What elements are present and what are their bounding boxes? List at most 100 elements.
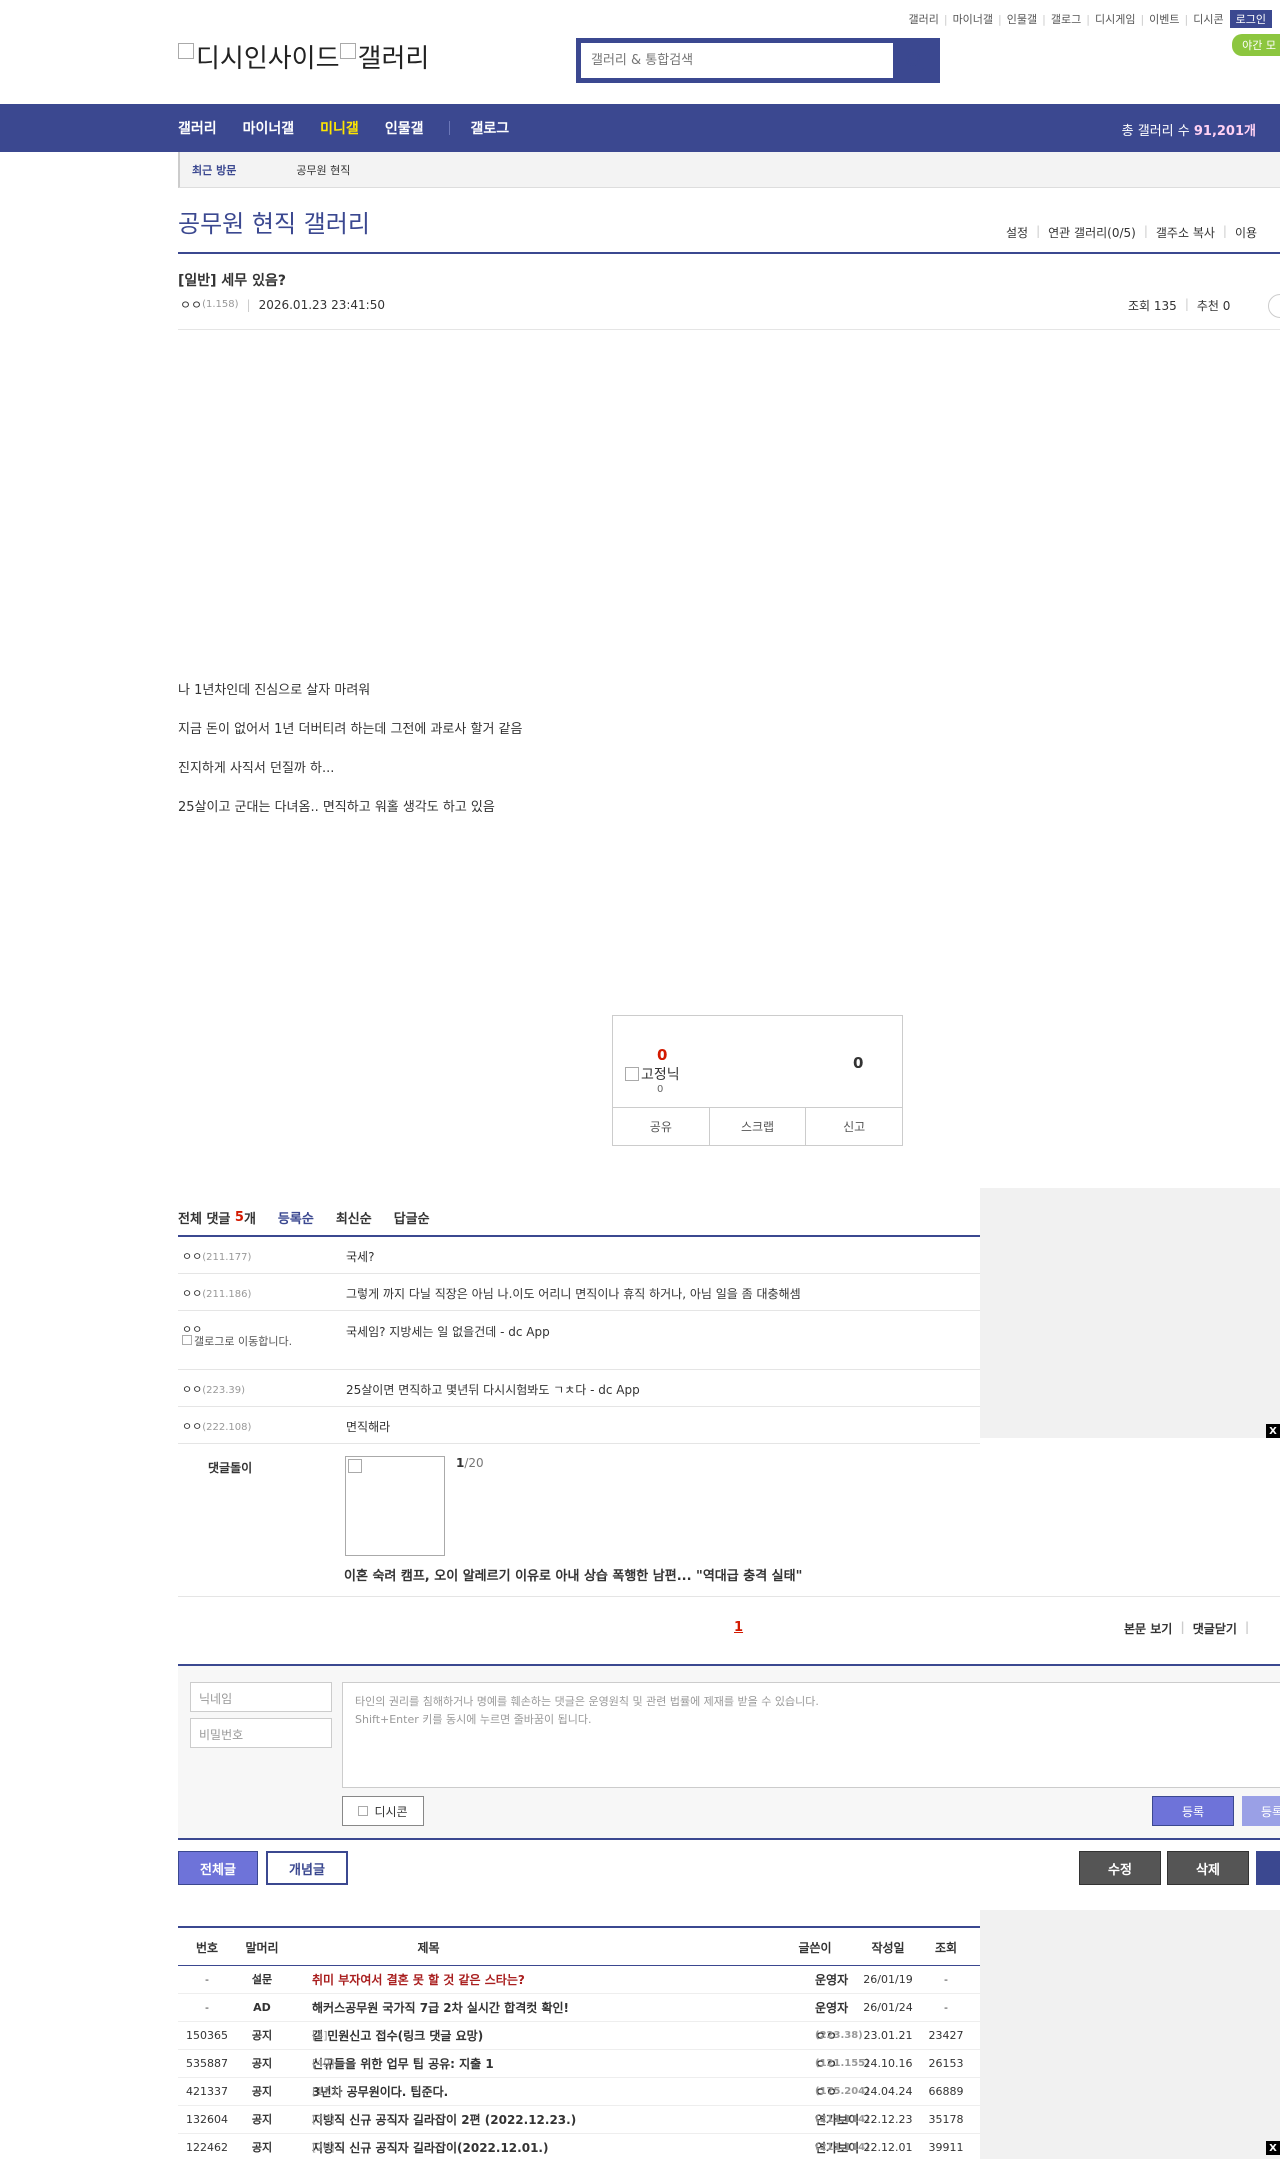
comment-dol-label: 댓글돌이 [208, 1461, 253, 1475]
util-link-minor[interactable]: 마이너갤 [953, 11, 993, 27]
post-list-row[interactable]: 535887 공지 신규들을 위한 업무 팁 공유: 지출 1 [49] ㅇㅇ (12… [178, 2050, 980, 2078]
header-views: 조회 [934, 1941, 958, 1955]
sort-reply[interactable]: 답글순 [394, 1208, 430, 1227]
post-body-line: 나 1년차인데 진심으로 살자 마려워 [178, 683, 371, 698]
fixed-nick-recommend: 고정닉 [625, 1064, 680, 1084]
ad-close-icon[interactable]: X [1266, 1424, 1280, 1438]
row-number: 421337 [186, 2085, 228, 2098]
sort-registered[interactable]: 등록순 [278, 1208, 314, 1227]
writer-nick[interactable]: ㅇㅇ [180, 296, 202, 313]
post-title: [일반] 세무 있음? [178, 273, 286, 289]
main-nav: 갤러리 마이너갤 미니갤 인물갤 갤로그 총 갤러리 수 91,201개 [0, 104, 1280, 152]
row-date: 23.01.21 [863, 2029, 913, 2042]
post-stats: 조회 135 | 추천 0 [1128, 297, 1231, 313]
recent-item[interactable]: 공무원 현직 [296, 162, 350, 178]
comment-nick[interactable]: ㅇㅇ(222.108) [182, 1418, 251, 1434]
row-reply-count: [173] [312, 2085, 342, 2098]
comment-actions: 본문 보기 | 댓글닫기 | [1124, 1620, 1250, 1637]
post-date: 2026.01.23 23:41:50 [258, 297, 385, 312]
comment-nick[interactable]: ㅇㅇ(211.186) [182, 1285, 251, 1301]
submit-comment-button[interactable]: 등록 [1152, 1796, 1234, 1826]
comment-nick[interactable]: ㅇㅇ(211.177) [182, 1248, 251, 1264]
share-button[interactable]: 공유 [613, 1108, 710, 1145]
option-usage[interactable]: 이용 [1235, 224, 1257, 241]
recommend-box: 0 고정닉 0 0 공유 스크랩 신고 [612, 1015, 903, 1146]
nickname-input[interactable]: 닉네임 [190, 1682, 332, 1712]
nav-person[interactable]: 인물갤 [385, 118, 424, 138]
recent-label[interactable]: 최근 방문 [192, 162, 236, 178]
view-body-button[interactable]: 본문 보기 [1124, 1620, 1172, 1637]
divider [178, 252, 1280, 254]
row-views: - [944, 1973, 948, 1986]
comment-textarea[interactable]: 타인의 권리를 침해하거나 명예를 훼손하는 댓글은 운영원칙 및 관련 법률에… [342, 1682, 1280, 1788]
option-settings[interactable]: 설정 [1006, 224, 1028, 241]
comment-nick[interactable]: ㅇㅇ(223.39) [182, 1381, 245, 1397]
row-date: 26/01/24 [863, 2001, 913, 2014]
util-link-event[interactable]: 이벤트 [1149, 11, 1179, 27]
writer-ip: (1.158) [202, 299, 239, 310]
comment-page-number[interactable]: 1 [734, 1620, 743, 1635]
post-more-icon[interactable] [1268, 294, 1280, 318]
nav-mini[interactable]: 미니갤 [320, 118, 359, 138]
row-date: 26/01/19 [863, 1973, 913, 1986]
broken-image-icon [178, 42, 194, 59]
gallog-link[interactable]: 갤로그로 이동합니다. [182, 1335, 312, 1348]
comment-text: 국세? [346, 1250, 375, 1264]
comment-row: ㅇㅇ(223.39) 25살이면 면직하고 몇년뒤 다시시험봐도 ㄱㅊ다 - d… [178, 1370, 980, 1407]
login-button[interactable]: 로그인 [1229, 10, 1272, 28]
search-button[interactable] [893, 41, 937, 80]
gallery-title[interactable]: 공무원 현직 갤러리 [178, 204, 370, 239]
nav-gallog[interactable]: 갤로그 [470, 118, 509, 138]
util-link-dccon[interactable]: 디시콘 [1193, 11, 1223, 27]
search-bar [576, 38, 940, 83]
scrap-button[interactable]: 스크랩 [710, 1108, 807, 1145]
util-link-dcgame[interactable]: 디시게임 [1095, 11, 1135, 27]
delete-button[interactable]: 삭제 [1167, 1851, 1249, 1885]
write-button[interactable]: 글 [1256, 1851, 1280, 1885]
nav-gallery[interactable]: 갤러리 [178, 118, 217, 138]
comment-row: ㅇㅇ 갤로그로 이동합니다. 국세임? 지방세는 일 없을건데 - dc App [178, 1311, 980, 1370]
util-link-gallog[interactable]: 갤로그 [1051, 11, 1081, 27]
post-list-row[interactable]: 421337 공지 3년차 공무원이다. 팁준다. [173] ㅇㅇ (175.204… [178, 2078, 980, 2106]
row-views: - [944, 2001, 948, 2014]
all-posts-button[interactable]: 전체글 [178, 1851, 258, 1885]
post-list-row[interactable]: 150365 공지 갤 민원신고 접수(링크 댓글 요망) [4] ㅇㅇ (223.3… [178, 2022, 980, 2050]
comment-dol-title[interactable]: 이혼 숙려 캠프, 오이 알레르기 이유로 아내 상습 폭행한 남편... "역… [344, 1565, 802, 1584]
total-label: 총 갤러리 수 [1121, 124, 1190, 139]
nav-minor[interactable]: 마이너갤 [243, 118, 295, 138]
header-number: 번호 [195, 1941, 219, 1955]
submit-comment-secondary-button[interactable]: 등록 [1242, 1796, 1280, 1826]
util-link-gallery[interactable]: 갤러리 [908, 11, 938, 27]
comment-count: 5 [234, 1210, 244, 1225]
comment-dol-image[interactable] [345, 1456, 445, 1556]
row-category: 공지 [251, 2085, 273, 2098]
post-list-row[interactable]: 122462 공지 지방직 신규 공직자 길라잡이(2022.12.01.) [26… [178, 2134, 980, 2159]
option-related[interactable]: 연관 갤러리(0/5) [1048, 224, 1136, 241]
post-writer: ㅇㅇ (1.158) | 2026.01.23 23:41:50 [180, 296, 385, 313]
dccon-icon [358, 1806, 369, 1816]
row-number: 132604 [186, 2113, 228, 2126]
close-comments-button[interactable]: 댓글닫기 [1193, 1620, 1237, 1637]
post-list-row[interactable]: 132604 공지 지방직 신규 공직자 길라잡이 2편 (2022.12.23.)… [178, 2106, 980, 2134]
row-views: 23427 [928, 2029, 964, 2042]
site-logo[interactable]: 디시인사이드 갤러리 [178, 38, 429, 75]
util-link-person[interactable]: 인물갤 [1007, 11, 1037, 27]
night-mode-toggle[interactable]: 야간 모 [1232, 34, 1280, 56]
option-copy-url[interactable]: 갤주소 복사 [1156, 224, 1215, 241]
post-list-row[interactable]: - AD 해커스공무원 국가직 7급 2차 실시간 합격컷 확인! 운영자 26/0… [178, 1994, 980, 2022]
concept-posts-button[interactable]: 개념글 [266, 1851, 348, 1885]
header-category: 말머리 [245, 1941, 279, 1955]
search-input[interactable] [579, 41, 893, 80]
recommend-down-count[interactable]: 0 [853, 1054, 863, 1072]
ad-banner[interactable] [980, 1910, 1280, 2159]
broken-image-icon [339, 42, 356, 59]
ad-banner[interactable] [980, 1188, 1280, 1438]
edit-button[interactable]: 수정 [1079, 1851, 1161, 1885]
post-list-row[interactable]: - 설문 취미 부자여서 결혼 못 할 것 같은 스타는? 운영자 26/01/19… [178, 1966, 980, 1994]
sort-latest[interactable]: 최신순 [336, 1208, 372, 1227]
password-input[interactable]: 비밀번호 [190, 1718, 332, 1748]
ad-close-icon[interactable]: X [1266, 2141, 1280, 2155]
recommend-up-count[interactable]: 0 [657, 1046, 667, 1064]
report-button[interactable]: 신고 [806, 1108, 902, 1145]
dccon-button[interactable]: 디시콘 [342, 1796, 424, 1826]
